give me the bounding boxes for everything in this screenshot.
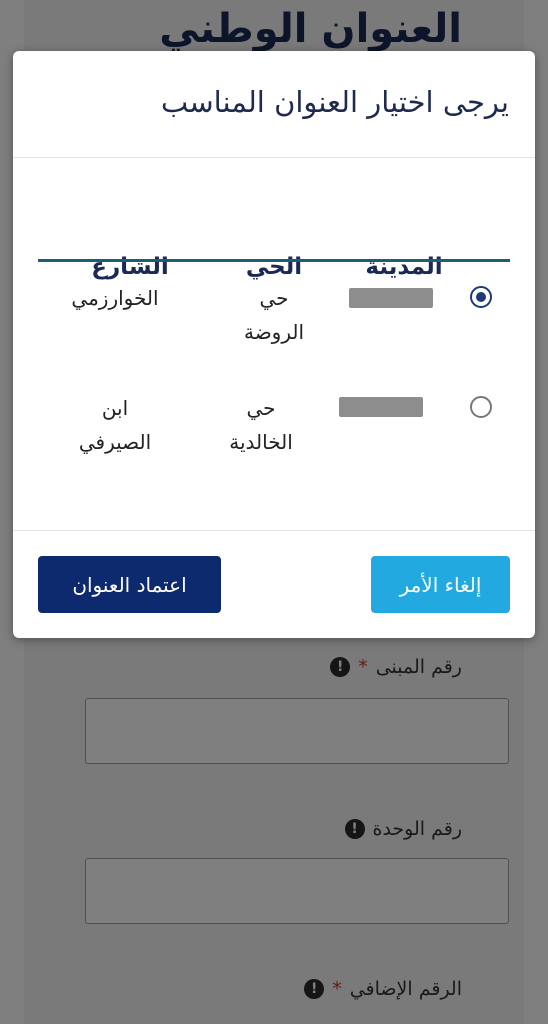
cancel-button[interactable]: إلغاء الأمر <box>371 556 510 613</box>
street-line-2: الصيرفي <box>78 430 152 454</box>
district-line-1: حي <box>246 396 276 420</box>
column-header-city: المدينة <box>365 254 443 280</box>
modal-header: يرجى اختيار العنوان المناسب <box>13 51 535 158</box>
district-line-1: حي <box>259 286 289 310</box>
column-header-district: الحي <box>245 254 303 280</box>
table-header-divider <box>38 259 510 262</box>
modal-footer: إلغاء الأمر اعتماد العنوان <box>13 530 535 639</box>
city-value-redacted <box>339 397 423 417</box>
street-line-1: الخوارزمي <box>71 286 159 310</box>
city-value-redacted <box>349 288 433 308</box>
street-line-1: ابن <box>101 396 129 420</box>
district-cell: حي الخالدية <box>186 391 336 459</box>
address-radio-2[interactable] <box>470 396 492 418</box>
street-cell: الخوارزمي <box>40 281 190 315</box>
column-header-street: الشارع <box>91 254 169 280</box>
confirm-address-button[interactable]: اعتماد العنوان <box>38 556 221 613</box>
district-line-2: الخالدية <box>229 430 293 454</box>
address-selection-modal: يرجى اختيار العنوان المناسب المدينة الحي… <box>13 51 535 638</box>
district-line-2: الروضة <box>243 320 305 344</box>
address-radio-1[interactable] <box>470 286 492 308</box>
street-cell: ابن الصيرفي <box>40 391 190 459</box>
district-cell: حي الروضة <box>199 281 349 349</box>
modal-title: يرجى اختيار العنوان المناسب <box>160 85 509 119</box>
